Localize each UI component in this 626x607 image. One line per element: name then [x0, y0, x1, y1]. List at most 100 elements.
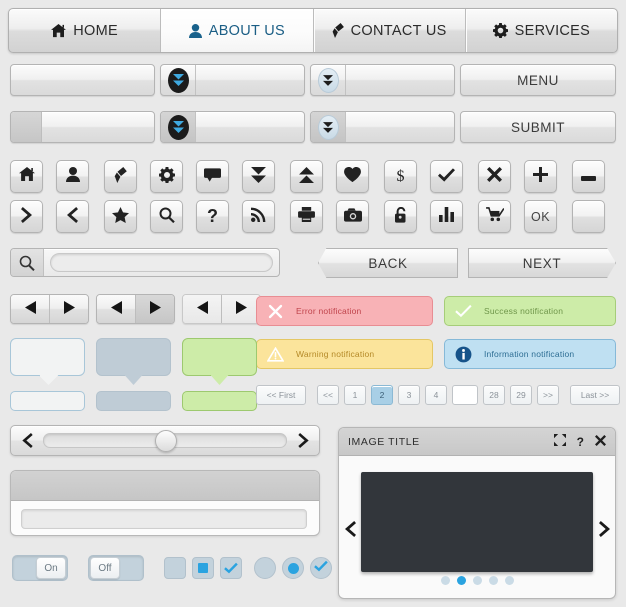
- pagination-last[interactable]: Last >>: [570, 385, 620, 405]
- nav-tab-about-us[interactable]: ABOUT US: [161, 9, 313, 52]
- chevron-right-icon[interactable]: [293, 433, 313, 448]
- next-button[interactable]: NEXT: [468, 248, 616, 278]
- form-panel-input[interactable]: [21, 509, 307, 529]
- icon-button-camera[interactable]: [336, 200, 369, 233]
- pagination-page-29[interactable]: 29: [510, 385, 532, 405]
- notification-information[interactable]: Information notification: [444, 339, 616, 369]
- checkbox-square[interactable]: [192, 557, 214, 579]
- icon-button-chevron-right[interactable]: [10, 200, 43, 233]
- notification-warning[interactable]: Warning notification: [256, 339, 433, 369]
- icon-button-lock[interactable]: [384, 200, 417, 233]
- pager-prev-button[interactable]: [11, 295, 50, 323]
- pagination-page-28[interactable]: 28: [483, 385, 505, 405]
- icon-button-star[interactable]: [104, 200, 137, 233]
- carousel-image[interactable]: [361, 472, 593, 572]
- chart-icon: [439, 207, 454, 226]
- pager-next-button[interactable]: [222, 295, 260, 323]
- pager-group-3: [182, 294, 261, 324]
- nav-tab-home[interactable]: HOME: [9, 9, 161, 52]
- icon-button-ok[interactable]: OK: [524, 200, 557, 233]
- dropdown-badge-dark[interactable]: [161, 65, 196, 95]
- icon-button-blank[interactable]: [572, 200, 605, 233]
- icon-button-chevron-left[interactable]: [56, 200, 89, 233]
- pager-next-button[interactable]: [136, 295, 174, 323]
- icon-button-print[interactable]: [290, 200, 323, 233]
- pagination-page-2[interactable]: 2: [371, 385, 393, 405]
- chevron-left-icon[interactable]: [17, 433, 37, 448]
- icon-button-double-up[interactable]: [290, 160, 323, 193]
- dropdown-badge-light[interactable]: [311, 112, 346, 142]
- icon-button-rss[interactable]: [242, 200, 275, 233]
- carousel-dot[interactable]: [505, 576, 514, 585]
- pagination-prev[interactable]: <<: [317, 385, 339, 405]
- icon-button-home[interactable]: [10, 160, 43, 193]
- nav-tab-services[interactable]: SERVICES: [466, 9, 617, 52]
- pagination-page-4[interactable]: 4: [425, 385, 447, 405]
- search-input[interactable]: [50, 253, 273, 272]
- plain-bar-1[interactable]: [10, 64, 155, 96]
- pager-prev-button[interactable]: [183, 295, 222, 323]
- icon-button-close[interactable]: [478, 160, 511, 193]
- carousel-prev-button[interactable]: [339, 521, 361, 537]
- carousel-dot-active[interactable]: [457, 576, 466, 585]
- carousel-dot[interactable]: [441, 576, 450, 585]
- dropdown-light-2[interactable]: [310, 111, 455, 143]
- pagination-blank[interactable]: [452, 385, 478, 405]
- dropdown-dark-2[interactable]: [160, 111, 305, 143]
- slider-track[interactable]: [43, 433, 287, 448]
- icon-button-check[interactable]: [430, 160, 463, 193]
- carousel-dot[interactable]: [489, 576, 498, 585]
- pager-group-1: [10, 294, 89, 324]
- check-icon: [454, 302, 473, 321]
- dropdown-light-1[interactable]: [310, 64, 455, 96]
- resize-icon[interactable]: [554, 434, 566, 449]
- icon-button-minus[interactable]: [572, 160, 605, 193]
- radio-dot: [288, 563, 299, 574]
- notification-error[interactable]: Error notification: [256, 296, 433, 326]
- nav-tab-contact-us[interactable]: CONTACT US: [314, 9, 466, 52]
- form-panel-header: [11, 471, 319, 501]
- back-button[interactable]: BACK: [318, 248, 458, 278]
- toggle-off[interactable]: Off: [88, 555, 144, 581]
- pager-prev-button[interactable]: [97, 295, 136, 323]
- radio-empty[interactable]: [254, 557, 276, 579]
- radio-filled[interactable]: [282, 557, 304, 579]
- radio-checked[interactable]: [310, 557, 332, 579]
- icon-button-gear[interactable]: [150, 160, 183, 193]
- toggle-on[interactable]: On: [12, 555, 68, 581]
- help-icon[interactable]: ?: [577, 435, 584, 449]
- icon-button-search[interactable]: [150, 200, 183, 233]
- pagination-first[interactable]: << First: [256, 385, 306, 405]
- carousel-dot[interactable]: [473, 576, 482, 585]
- pagination-next[interactable]: >>: [537, 385, 559, 405]
- dropdown-badge-light[interactable]: [311, 65, 346, 95]
- icon-button-question[interactable]: ?: [196, 200, 229, 233]
- plain-bar-2[interactable]: [10, 111, 155, 143]
- icon-button-comment[interactable]: [196, 160, 229, 193]
- close-icon[interactable]: [595, 435, 606, 449]
- icon-button-dollar[interactable]: $: [384, 160, 417, 193]
- icon-button-user[interactable]: [56, 160, 89, 193]
- icon-button-double-down[interactable]: [242, 160, 275, 193]
- checkbox-empty[interactable]: [164, 557, 186, 579]
- notification-success[interactable]: Success notification: [444, 296, 616, 326]
- carousel-next-button[interactable]: [593, 521, 615, 537]
- submit-button[interactable]: SUBMIT: [460, 111, 616, 143]
- checkbox-checked[interactable]: [220, 557, 242, 579]
- pagination-page-1[interactable]: 1: [344, 385, 366, 405]
- dropdown-badge-dark[interactable]: [161, 112, 196, 142]
- icon-button-pencil[interactable]: [104, 160, 137, 193]
- icon-button-plus[interactable]: [524, 160, 557, 193]
- pagination-label: Last >>: [581, 390, 609, 400]
- pagination-page-3[interactable]: 3: [398, 385, 420, 405]
- slider-handle[interactable]: [155, 430, 177, 452]
- icon-button-heart[interactable]: [336, 160, 369, 193]
- next-triangle-icon: [150, 301, 161, 317]
- slider-control[interactable]: [10, 425, 320, 456]
- menu-button[interactable]: MENU: [460, 64, 616, 96]
- pager-next-button[interactable]: [50, 295, 88, 323]
- icon-button-cart[interactable]: [478, 200, 511, 233]
- search-box[interactable]: [10, 248, 280, 277]
- dropdown-dark-1[interactable]: [160, 64, 305, 96]
- icon-button-chart[interactable]: [430, 200, 463, 233]
